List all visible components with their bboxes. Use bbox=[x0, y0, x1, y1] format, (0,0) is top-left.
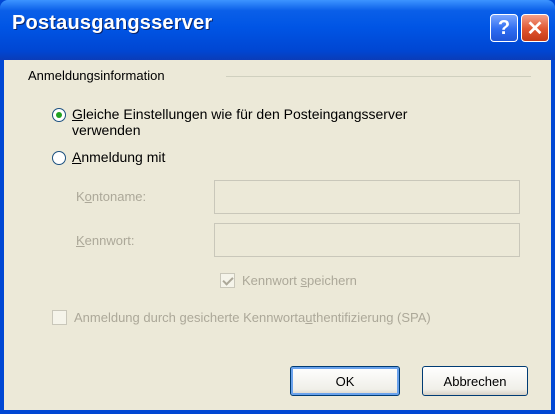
close-icon: ✕ bbox=[526, 17, 544, 40]
save-password-label: Kennwort speichern bbox=[242, 273, 357, 288]
group-label: Anmeldungsinformation bbox=[28, 68, 165, 83]
ok-button[interactable]: OK bbox=[290, 366, 400, 396]
password-field[interactable] bbox=[214, 223, 520, 257]
radio-login-with-label: Anmeldung mit bbox=[72, 149, 166, 165]
save-password-checkbox[interactable]: Kennwort speichern bbox=[220, 273, 357, 288]
radio-same-settings[interactable]: Gleiche Einstellungen wie für den Postei… bbox=[52, 106, 407, 138]
password-label: Kennwort: bbox=[76, 233, 135, 248]
checkbox-box[interactable] bbox=[220, 273, 235, 288]
spa-label: Anmeldung durch gesicherte Kennwortauthe… bbox=[74, 310, 431, 325]
spa-checkbox[interactable]: Anmeldung durch gesicherte Kennwortauthe… bbox=[52, 310, 431, 325]
account-name-field[interactable] bbox=[214, 180, 520, 214]
checkbox-box[interactable] bbox=[52, 310, 67, 325]
radio-login-with[interactable]: Anmeldung mit bbox=[52, 149, 165, 165]
group-divider bbox=[226, 76, 531, 77]
help-button[interactable]: ? bbox=[490, 14, 518, 42]
radio-button[interactable] bbox=[52, 151, 66, 165]
cancel-button[interactable]: Abbrechen bbox=[422, 366, 528, 396]
radio-button-checked[interactable] bbox=[52, 108, 66, 122]
help-icon: ? bbox=[497, 16, 511, 39]
window-title: Postausgangsserver bbox=[12, 12, 213, 34]
account-name-label: Kontoname: bbox=[76, 189, 147, 204]
title-bar[interactable]: Postausgangsserver ? ✕ bbox=[0, 0, 555, 60]
close-button[interactable]: ✕ bbox=[521, 14, 549, 42]
dialog-window: Postausgangsserver ? ✕ Anmeldungsinforma… bbox=[0, 0, 555, 414]
radio-same-settings-label: Gleiche Einstellungen wie für den Postei… bbox=[72, 106, 408, 138]
dialog-body: Anmeldungsinformation Gleiche Einstellun… bbox=[4, 60, 551, 410]
